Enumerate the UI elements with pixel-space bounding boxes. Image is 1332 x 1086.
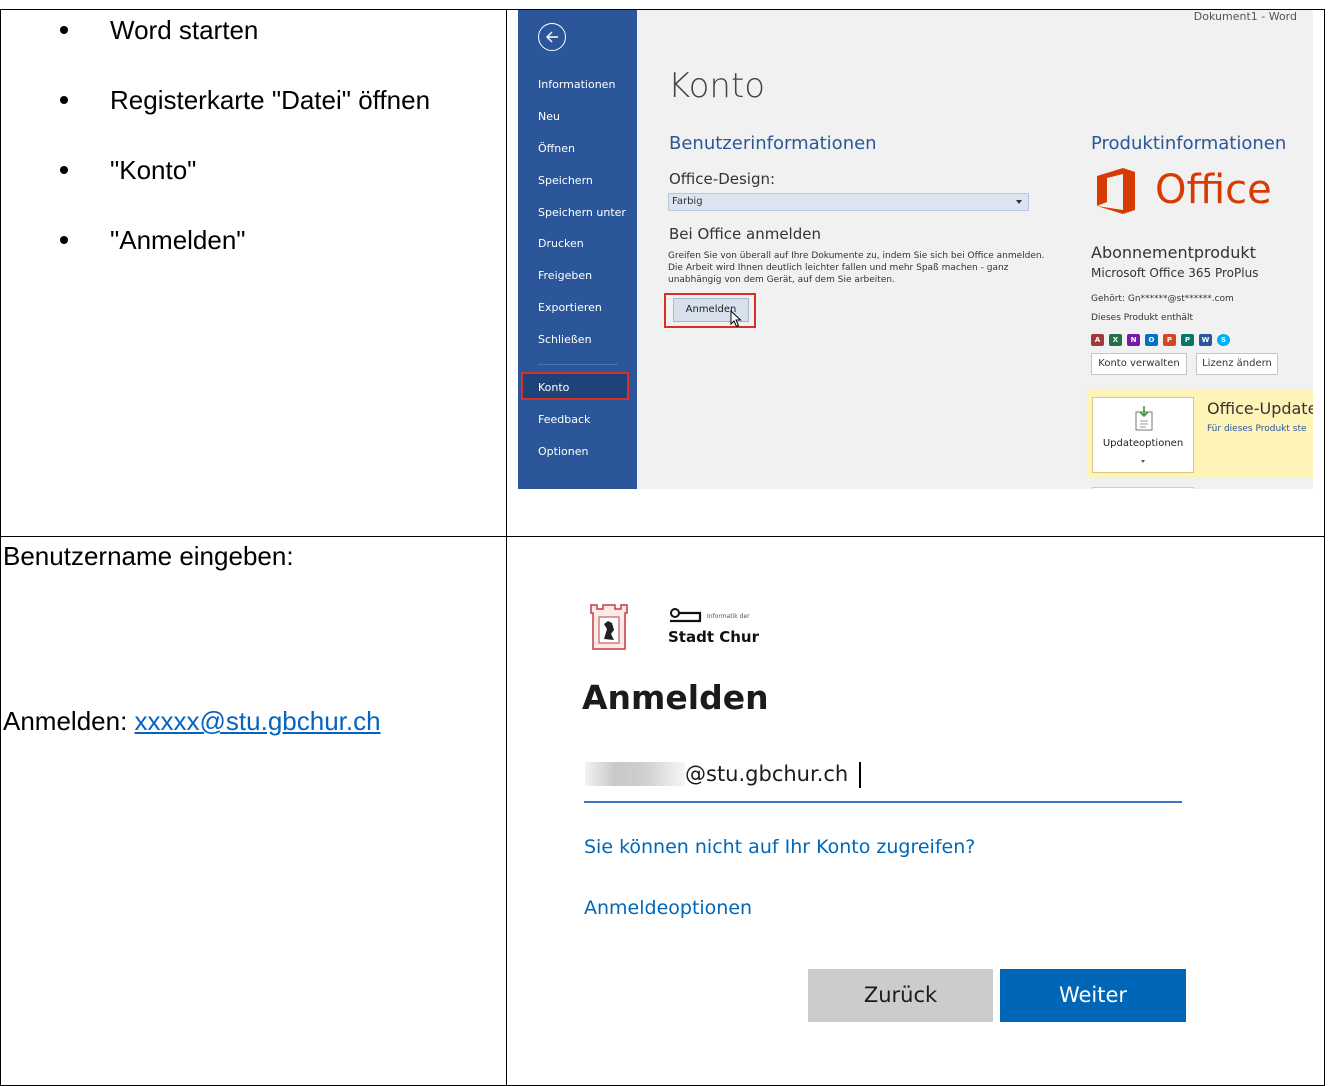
- window-title: Dokument1 - Word: [1193, 10, 1297, 23]
- update-options-label: Updateoptionen: [1102, 438, 1184, 449]
- nav-item-informationen[interactable]: Informationen: [538, 78, 615, 91]
- nav-item-konto[interactable]: Konto: [538, 381, 569, 394]
- chevron-down-icon: [1141, 460, 1145, 463]
- signin-title: Anmelden: [582, 678, 769, 717]
- chur-crest-icon: [590, 604, 628, 650]
- org-small-label: Informatik der: [707, 613, 750, 620]
- nav-item-feedback[interactable]: Feedback: [538, 413, 590, 426]
- design-value: Farbig: [672, 196, 703, 207]
- text-cursor: [859, 762, 861, 788]
- nav-divider: [538, 364, 618, 365]
- bullet-icon: [60, 96, 68, 104]
- app-icons: A X N O P P W S: [1091, 334, 1230, 346]
- access-icon: A: [1091, 334, 1104, 346]
- email-input[interactable]: @stu.gbchur.ch: [685, 762, 848, 786]
- bullet-icon: [60, 236, 68, 244]
- bullet-icon: [60, 166, 68, 174]
- next-button-edge: [1092, 487, 1194, 489]
- download-document-icon: [1135, 406, 1153, 431]
- nav-item-schliessen[interactable]: Schließen: [538, 333, 592, 346]
- back-arrow-icon[interactable]: [538, 23, 566, 51]
- manage-account-button[interactable]: Konto verwalten: [1091, 353, 1187, 375]
- bullet-icon: [60, 26, 68, 34]
- nav-item-oeffnen[interactable]: Öffnen: [538, 142, 575, 155]
- skype-icon: S: [1217, 334, 1230, 346]
- product-name: Microsoft Office 365 ProPlus: [1091, 266, 1259, 280]
- nav-item-speichern-unter[interactable]: Speichern unter: [538, 206, 626, 219]
- excel-icon: X: [1109, 334, 1122, 346]
- subscription-heading: Abonnementprodukt: [1091, 243, 1256, 262]
- onenote-icon: N: [1127, 334, 1140, 346]
- office-brand: Office: [1155, 167, 1272, 213]
- signin-description: Greifen Sie von überall auf Ihre Dokumen…: [668, 251, 1045, 285]
- login-instruction: Anmelden: xxxxx@stu.gbchur.ch: [3, 706, 381, 736]
- owner-info: Gehört: Gn******@st******.com: [1091, 294, 1234, 304]
- signin-options-link[interactable]: Anmeldeoptionen: [584, 897, 752, 919]
- input-underline: [584, 801, 1182, 803]
- chevron-down-icon: [1016, 200, 1022, 204]
- design-label: Office-Design:: [669, 170, 776, 188]
- office-logo-icon: [1097, 168, 1135, 214]
- update-title: Office-Update: [1207, 399, 1313, 418]
- microsoft-signin-screenshot: Informatik der Stadt Chur Anmelden @stu.…: [560, 590, 1240, 1050]
- update-options-button[interactable]: Updateoptionen: [1092, 397, 1194, 473]
- design-dropdown[interactable]: Farbig: [668, 193, 1029, 211]
- update-subtitle: Für dieses Produkt ste: [1207, 424, 1307, 434]
- mouse-pointer-icon: [730, 310, 742, 328]
- publisher-icon: P: [1181, 334, 1194, 346]
- back-button[interactable]: Zurück: [808, 969, 993, 1022]
- username-heading: Benutzername eingeben:: [3, 541, 294, 571]
- nav-item-neu[interactable]: Neu: [538, 110, 560, 123]
- product-contains: Dieses Produkt enthält: [1091, 313, 1194, 323]
- org-name: Stadt Chur: [668, 628, 759, 646]
- table-row-divider: [0, 536, 1325, 537]
- outlook-icon: O: [1145, 334, 1158, 346]
- signin-heading: Bei Office anmelden: [669, 225, 821, 243]
- login-email-link[interactable]: xxxxx@stu.gbchur.ch: [135, 706, 381, 736]
- word-account-screenshot: Informationen Neu Öffnen Speichern Speic…: [518, 10, 1313, 489]
- user-info-heading: Benutzerinformationen: [669, 133, 877, 154]
- powerpoint-icon: P: [1163, 334, 1176, 346]
- nav-item-freigeben[interactable]: Freigeben: [538, 269, 592, 282]
- product-info-heading: Produktinformationen: [1091, 133, 1287, 154]
- word-icon: W: [1199, 334, 1212, 346]
- informatik-logo-icon: [670, 608, 702, 623]
- backstage-sidebar: Informationen Neu Öffnen Speichern Speic…: [518, 10, 637, 489]
- nav-item-drucken[interactable]: Drucken: [538, 237, 584, 250]
- login-label: Anmelden:: [3, 706, 135, 736]
- nav-item-speichern[interactable]: Speichern: [538, 174, 593, 187]
- nav-item-optionen[interactable]: Optionen: [538, 445, 588, 458]
- email-redacted: [585, 762, 685, 786]
- cant-access-link[interactable]: Sie können nicht auf Ihr Konto zugreifen…: [584, 836, 975, 858]
- change-license-button[interactable]: Lizenz ändern: [1196, 353, 1278, 375]
- nav-item-exportieren[interactable]: Exportieren: [538, 301, 602, 314]
- next-button[interactable]: Weiter: [1000, 969, 1186, 1022]
- table-column-divider: [506, 9, 507, 1086]
- page-title: Konto: [668, 66, 766, 106]
